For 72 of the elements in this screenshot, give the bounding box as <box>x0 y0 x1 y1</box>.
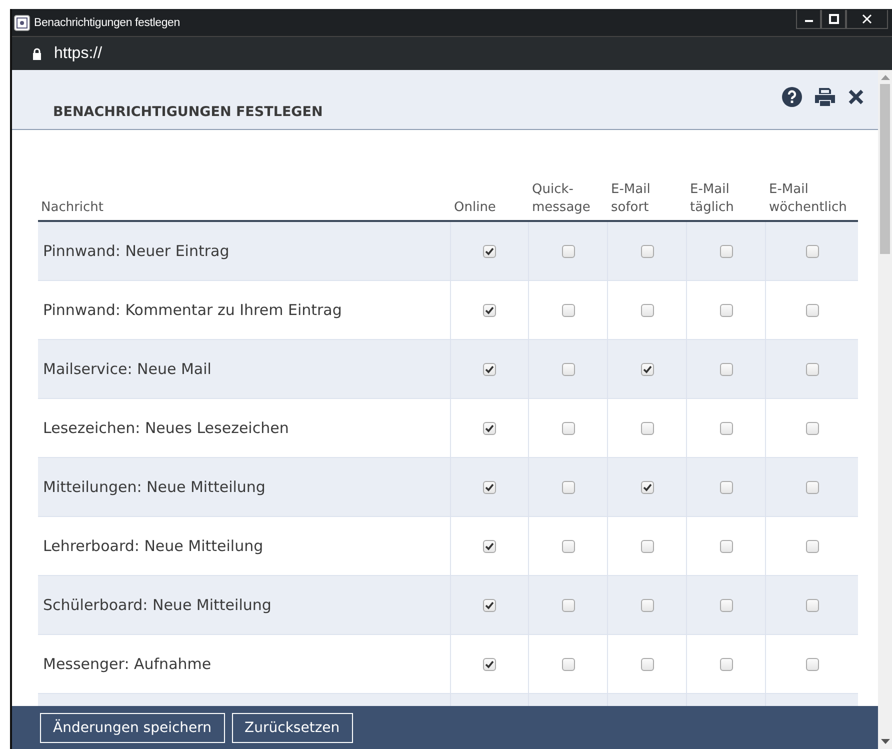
checkbox[interactable] <box>806 480 818 494</box>
maximize-icon <box>828 14 838 24</box>
checkbox[interactable] <box>562 480 574 494</box>
print-icon[interactable] <box>814 87 836 107</box>
checkbox[interactable] <box>562 422 574 434</box>
scrollbar-thumb[interactable] <box>880 84 890 254</box>
column-header: Online <box>453 199 497 217</box>
help-icon[interactable] <box>782 87 802 107</box>
checkbox[interactable] <box>562 540 574 552</box>
checkbox[interactable] <box>640 480 654 494</box>
column-header: Quick- message <box>531 181 592 217</box>
checkbox[interactable] <box>720 540 732 552</box>
url-text: https:// <box>54 44 102 62</box>
message-label: Mailservice: Neue Mail <box>43 360 212 378</box>
lock-icon <box>32 48 42 60</box>
window-title: Benachrichtigungen festlegen <box>34 16 181 28</box>
minimize-button[interactable] <box>796 10 821 29</box>
checkbox[interactable] <box>483 304 496 316</box>
checkbox[interactable] <box>806 658 818 670</box>
checkbox[interactable] <box>806 304 818 316</box>
message-label: Messenger: Aufnahme <box>43 655 212 673</box>
column-header: E-Mail wöchentlich <box>768 181 848 217</box>
column-header: E-Mail sofort <box>610 181 652 217</box>
footer-button[interactable]: Änderungen speichern <box>40 712 225 742</box>
message-label: Lehrerboard: Neue Mitteilung <box>43 537 264 555</box>
checkbox[interactable] <box>720 598 732 612</box>
checkbox[interactable] <box>640 658 654 670</box>
checkbox[interactable] <box>562 598 574 612</box>
message-label: Pinnwand: Kommentar zu Ihrem Eintrag <box>43 301 342 319</box>
checkbox[interactable] <box>483 540 496 552</box>
checkbox[interactable] <box>720 480 732 494</box>
checkbox[interactable] <box>483 480 496 494</box>
checkbox[interactable] <box>720 304 732 316</box>
checkbox[interactable] <box>806 244 818 258</box>
maximize-button[interactable] <box>821 10 846 29</box>
checkbox[interactable] <box>806 540 818 552</box>
checkbox[interactable] <box>640 244 654 258</box>
message-label: Mitteilungen: Neue Mitteilung <box>43 478 266 496</box>
checkbox[interactable] <box>483 598 496 612</box>
checkbox[interactable] <box>640 598 654 612</box>
checkbox[interactable] <box>806 598 818 612</box>
checkbox[interactable] <box>483 422 496 434</box>
column-header: E-Mail täglich <box>689 181 735 217</box>
checkbox[interactable] <box>806 362 818 376</box>
close-icon <box>862 14 872 24</box>
checkbox[interactable] <box>640 540 654 552</box>
scroll-down-icon[interactable] <box>880 739 890 745</box>
checkbox[interactable] <box>640 304 654 316</box>
checkbox[interactable] <box>640 362 654 376</box>
checkbox[interactable] <box>562 362 574 376</box>
checkbox[interactable] <box>720 658 732 670</box>
message-label: Pinnwand: Neuer Eintrag <box>43 242 230 260</box>
footer-button[interactable]: Zurücksetzen <box>232 712 353 742</box>
checkbox[interactable] <box>806 422 818 434</box>
checkbox[interactable] <box>720 362 732 376</box>
checkbox[interactable] <box>562 658 574 670</box>
checkbox[interactable] <box>720 422 732 434</box>
checkbox[interactable] <box>720 244 732 258</box>
checkbox[interactable] <box>562 304 574 316</box>
message-label: Schülerboard: Neue Mitteilung <box>43 596 272 614</box>
message-label: Lesezeichen: Neues Lesezeichen <box>43 419 289 437</box>
close-button[interactable] <box>846 10 888 29</box>
panel-title: BENACHRICHTIGUNGEN FESTLEGEN <box>53 104 324 120</box>
app-icon <box>14 14 30 30</box>
checkbox[interactable] <box>483 244 496 258</box>
checkbox[interactable] <box>483 658 496 670</box>
checkbox[interactable] <box>483 362 496 376</box>
scroll-up-icon[interactable] <box>880 74 890 80</box>
checkbox[interactable] <box>562 244 574 258</box>
checkbox[interactable] <box>640 422 654 434</box>
close-icon[interactable] <box>848 87 864 107</box>
column-header: Nachricht <box>40 199 105 217</box>
